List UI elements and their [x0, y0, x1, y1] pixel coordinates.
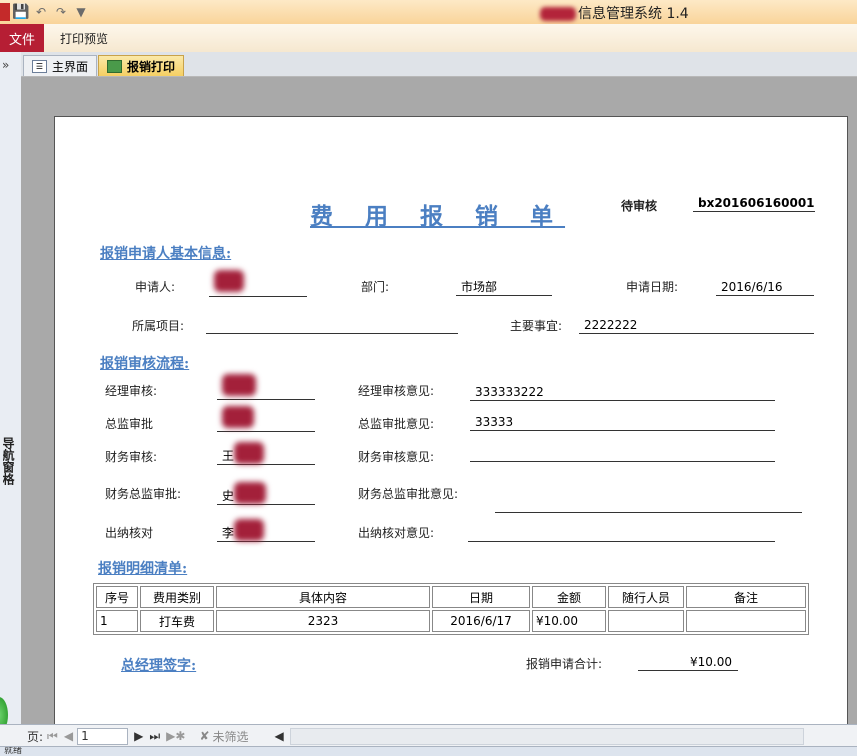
- project-field: [206, 316, 458, 334]
- file-tab[interactable]: 文件: [0, 24, 44, 52]
- table-cell: ¥10.00: [532, 610, 606, 632]
- director-name-field: [217, 406, 315, 432]
- cashier-opinion-label: 出纳核对意见:: [358, 526, 435, 540]
- director-opinion-label: 总监审批意见:: [358, 417, 435, 431]
- department-label: 部门:: [361, 280, 390, 294]
- doc-number: bx201606160001: [693, 194, 815, 212]
- status-label: 待审核: [621, 199, 658, 213]
- prev-page-icon[interactable]: ◀: [64, 729, 73, 743]
- department-field: 市场部: [456, 278, 552, 296]
- last-page-icon[interactable]: ⏭: [149, 729, 160, 744]
- col-header: 日期: [432, 586, 530, 608]
- redacted-name: [234, 518, 265, 541]
- next-page-icon[interactable]: ▶: [134, 729, 143, 743]
- redacted-mark: [540, 7, 576, 21]
- page-label: 页:: [27, 729, 44, 744]
- section-detail-list: 报销明细清单:: [98, 561, 188, 577]
- save-icon[interactable]: 💾: [12, 3, 30, 21]
- form-icon: ☰: [32, 59, 47, 73]
- redacted-name: [222, 374, 256, 396]
- redacted-name: [234, 481, 267, 504]
- table-cell: 1: [96, 610, 138, 632]
- redo-icon[interactable]: ↷: [52, 3, 70, 21]
- col-header: 随行人员: [608, 586, 684, 608]
- manager-name-field: [217, 374, 315, 400]
- tab-print-preview[interactable]: 打印预览: [60, 24, 108, 52]
- cashier-opinion-field: [468, 524, 775, 542]
- col-header: 备注: [686, 586, 806, 608]
- horizontal-scrollbar[interactable]: [289, 727, 804, 745]
- title-bar: 💾 ↶ ↷ ▼ 信息管理系统 1.4: [0, 0, 857, 25]
- col-header: 具体内容: [216, 586, 430, 608]
- redacted-name: [222, 406, 254, 428]
- nav-pane-label[interactable]: 导航窗格: [3, 437, 17, 487]
- first-page-icon[interactable]: ⏮: [47, 729, 58, 744]
- col-header: 金额: [532, 586, 606, 608]
- gm-signature-label: 总经理签字:: [121, 658, 197, 674]
- finance-review-label: 财务审核:: [105, 450, 158, 464]
- table-cell: [686, 610, 806, 632]
- finance-name-field: 王: [217, 441, 315, 465]
- finance-opinion-label: 财务审核意见:: [358, 450, 435, 464]
- col-header: 费用类别: [140, 586, 214, 608]
- navigation-pane: » 导航窗格: [0, 52, 22, 755]
- cashier-name-field: 李: [217, 518, 315, 542]
- cashier-check-label: 出纳核对: [105, 526, 154, 540]
- expand-nav-icon[interactable]: »: [2, 58, 9, 72]
- table-row: 1 打车费 2323 2016/6/17 ¥10.00: [96, 610, 806, 632]
- table-cell: 打车费: [140, 610, 214, 632]
- report-page: 费 用 报 销 单 待审核 bx201606160001 报销申请人基本信息: …: [54, 116, 848, 738]
- quick-access-toolbar: 💾 ↶ ↷ ▼: [0, 2, 90, 22]
- main-matter-label: 主要事宜:: [510, 319, 563, 333]
- col-header: 序号: [96, 586, 138, 608]
- report-title: 费 用 报 销 单: [310, 203, 566, 230]
- app-icon[interactable]: [0, 3, 10, 21]
- apply-date-field: 2016/6/16: [716, 278, 814, 296]
- detail-table: 序号 费用类别 具体内容 日期 金额 随行人员 备注 1 打车费 2323 20…: [93, 583, 809, 635]
- finance-opinion-field: [470, 444, 775, 462]
- director-opinion-field: 33333: [470, 413, 775, 431]
- window-title: 信息管理系统 1.4: [540, 3, 689, 23]
- print-preview-area: 费 用 报 销 单 待审核 bx201606160001 报销申请人基本信息: …: [21, 77, 857, 738]
- ribbon: 文件 打印预览: [0, 24, 857, 53]
- table-cell: [608, 610, 684, 632]
- section-basic-info: 报销申请人基本信息:: [100, 246, 232, 262]
- section-approval-flow: 报销审核流程:: [100, 356, 190, 372]
- scroll-left-icon[interactable]: ◀: [275, 729, 284, 743]
- cfo-opinion-field: [495, 495, 802, 513]
- total-label: 报销申请合计:: [526, 657, 603, 671]
- director-approval-label: 总监审批: [105, 417, 154, 431]
- manager-opinion-label: 经理审核意见:: [358, 384, 435, 398]
- project-label: 所属项目:: [132, 319, 185, 333]
- main-matter-field: 2222222: [579, 316, 814, 334]
- table-cell: 2323: [216, 610, 430, 632]
- customize-qat-icon[interactable]: ▼: [72, 3, 90, 21]
- new-record-icon[interactable]: ▶✱: [166, 729, 185, 743]
- redacted-name: [234, 441, 265, 464]
- tab-main-screen[interactable]: ☰ 主界面: [23, 55, 98, 76]
- cfo-approval-label: 财务总监审批:: [105, 487, 182, 501]
- record-navigation-bar: 页: ⏮ ◀ 1 ▶ ⏭ ▶✱ ✘ 未筛选 ◀: [0, 724, 857, 747]
- applicant-field: [209, 270, 307, 297]
- applicant-label: 申请人:: [135, 280, 176, 294]
- apply-date-label: 申请日期:: [626, 280, 679, 294]
- report-icon: [107, 59, 122, 73]
- cfo-name-field: 史: [217, 481, 315, 505]
- cfo-opinion-label: 财务总监审批意见:: [358, 487, 459, 501]
- page-number-input[interactable]: 1: [77, 727, 129, 745]
- filter-icon: ✘: [199, 729, 210, 743]
- document-tabs: ☰ 主界面 报销打印: [21, 52, 857, 77]
- filter-status[interactable]: 未筛选: [213, 728, 249, 745]
- undo-icon[interactable]: ↶: [32, 3, 50, 21]
- manager-review-label: 经理审核:: [105, 384, 158, 398]
- total-value: ¥10.00: [638, 653, 738, 671]
- table-cell: 2016/6/17: [432, 610, 530, 632]
- redacted-name: [214, 270, 244, 292]
- tab-report-print[interactable]: 报销打印: [98, 55, 185, 76]
- table-header-row: 序号 费用类别 具体内容 日期 金额 随行人员 备注: [96, 586, 806, 608]
- manager-opinion-field: 333333222: [470, 383, 775, 401]
